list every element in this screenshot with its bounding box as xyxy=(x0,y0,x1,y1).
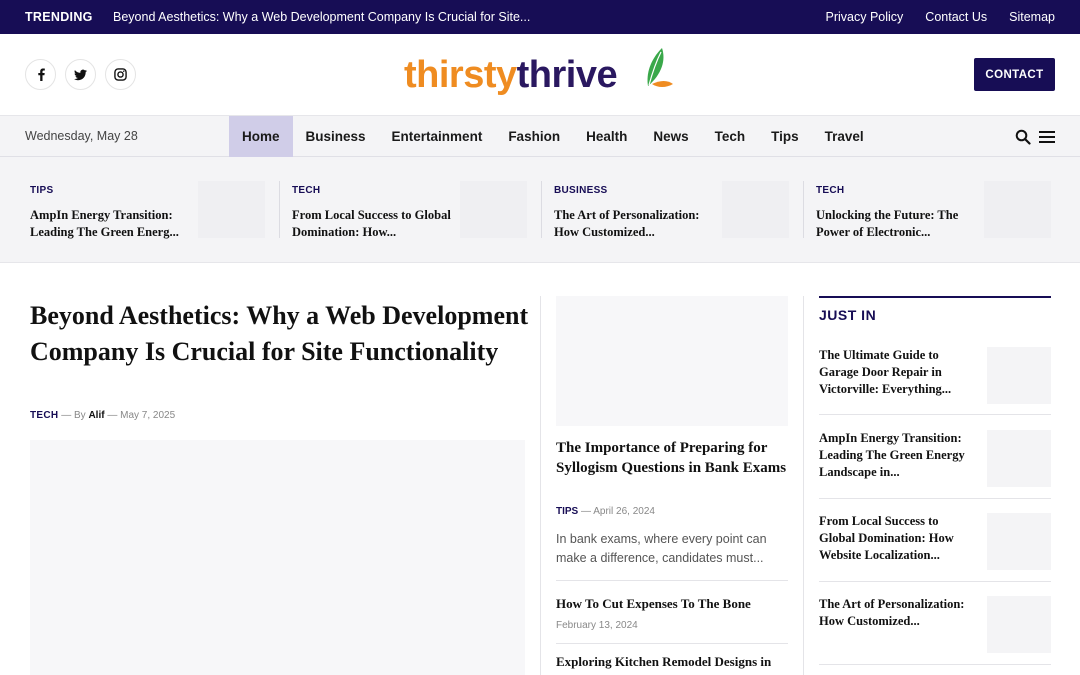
divider xyxy=(556,580,788,581)
nav-menu: Home Business Entertainment Fashion Heal… xyxy=(229,116,877,157)
leaf-icon xyxy=(647,48,673,87)
featured-card[interactable]: BUSINESS The Art of Personalization: How… xyxy=(554,181,794,241)
main-article-author[interactable]: Alif xyxy=(88,410,104,421)
main-article-meta: TECH — By Alif — May 7, 2025 xyxy=(30,410,175,421)
sidebar-item-title[interactable]: AmpIn Energy Transition: Leading The Gre… xyxy=(819,430,977,481)
sidebar-item[interactable]: The Ultimate Guide to Garage Door Repair… xyxy=(819,347,1051,407)
sidebar-item[interactable]: AmpIn Energy Transition: Leading The Gre… xyxy=(819,430,1051,490)
featured-title[interactable]: Unlocking the Future: The Power of Elect… xyxy=(816,207,976,241)
divider xyxy=(819,664,1051,665)
middle-article-category[interactable]: TIPS xyxy=(556,506,578,517)
meta-separator: — xyxy=(107,410,121,421)
column-divider xyxy=(803,296,804,675)
divider xyxy=(819,581,1051,582)
featured-category[interactable]: BUSINESS xyxy=(554,185,608,196)
nav-item-tips[interactable]: Tips xyxy=(758,116,812,157)
instagram-icon[interactable] xyxy=(105,59,136,90)
nav-item-health[interactable]: Health xyxy=(573,116,640,157)
featured-title[interactable]: AmpIn Energy Transition: Leading The Gre… xyxy=(30,207,190,241)
hamburger-menu-icon[interactable] xyxy=(1039,130,1055,144)
sidebar-heading: JUST IN xyxy=(819,307,877,323)
sidebar-item[interactable]: From Local Success to Global Domination:… xyxy=(819,513,1051,573)
trending-ticker-link[interactable]: Beyond Aesthetics: Why a Web Development… xyxy=(113,10,530,24)
sidebar-item[interactable]: The Art of Personalization: How Customiz… xyxy=(819,596,1051,656)
featured-thumbnail[interactable] xyxy=(722,181,789,238)
meta-separator: — xyxy=(581,506,594,517)
divider xyxy=(279,181,280,238)
featured-card[interactable]: TECH Unlocking the Future: The Power of … xyxy=(816,181,1056,241)
divider xyxy=(803,181,804,238)
sidebar-item-title[interactable]: From Local Success to Global Domination:… xyxy=(819,513,977,564)
by-label: By xyxy=(73,410,86,421)
meta-separator: — xyxy=(61,410,74,421)
sidebar-item-thumbnail[interactable] xyxy=(987,513,1051,570)
search-icon[interactable] xyxy=(1015,129,1031,145)
nav-item-fashion[interactable]: Fashion xyxy=(495,116,573,157)
middle-article-date: April 26, 2024 xyxy=(593,506,655,517)
featured-thumbnail[interactable] xyxy=(984,181,1051,238)
featured-card[interactable]: TIPS AmpIn Energy Transition: Leading Th… xyxy=(30,181,270,241)
column-divider xyxy=(540,296,541,675)
featured-title[interactable]: From Local Success to Global Domination:… xyxy=(292,207,452,241)
sidebar-item-title[interactable]: The Art of Personalization: How Customiz… xyxy=(819,596,977,630)
sidebar-item-thumbnail[interactable] xyxy=(987,596,1051,653)
featured-thumbnail[interactable] xyxy=(198,181,265,238)
sidebar-item-thumbnail[interactable] xyxy=(987,430,1051,487)
logo-wordmark: thirstythrive xyxy=(404,54,618,96)
site-logo[interactable]: thirstythrive xyxy=(404,46,674,104)
sidebar-top-rule xyxy=(819,296,1051,298)
divider xyxy=(541,181,542,238)
nav-item-travel[interactable]: Travel xyxy=(812,116,877,157)
list-article-title[interactable]: Exploring Kitchen Remodel Designs in xyxy=(556,653,788,671)
current-date: Wednesday, May 28 xyxy=(25,129,138,143)
privacy-policy-link[interactable]: Privacy Policy xyxy=(826,10,904,24)
main-article-date: May 7, 2025 xyxy=(120,410,176,421)
social-links xyxy=(25,59,136,90)
trending-label: TRENDING xyxy=(25,10,93,24)
middle-article-image[interactable] xyxy=(556,296,788,426)
nav-item-entertainment[interactable]: Entertainment xyxy=(379,116,496,157)
contact-us-link[interactable]: Contact Us xyxy=(925,10,987,24)
top-links: Privacy Policy Contact Us Sitemap xyxy=(826,10,1056,24)
sitemap-link[interactable]: Sitemap xyxy=(1009,10,1055,24)
featured-card[interactable]: TECH From Local Success to Global Domina… xyxy=(292,181,532,241)
featured-strip: TIPS AmpIn Energy Transition: Leading Th… xyxy=(0,157,1080,263)
site-header: thirstythrive CONTACT xyxy=(0,34,1080,115)
facebook-icon[interactable] xyxy=(25,59,56,90)
main-article-image[interactable] xyxy=(30,440,525,675)
featured-title[interactable]: The Art of Personalization: How Customiz… xyxy=(554,207,714,241)
main-article-category[interactable]: TECH xyxy=(30,410,58,421)
divider xyxy=(819,498,1051,499)
list-article-date: February 13, 2024 xyxy=(556,620,638,631)
nav-item-business[interactable]: Business xyxy=(293,116,379,157)
middle-article-meta: TIPS — April 26, 2024 xyxy=(556,506,655,517)
sidebar-item-title[interactable]: The Ultimate Guide to Garage Door Repair… xyxy=(819,347,977,398)
list-article-title[interactable]: How To Cut Expenses To The Bone xyxy=(556,595,788,613)
divider xyxy=(819,414,1051,415)
main-article-title[interactable]: Beyond Aesthetics: Why a Web Development… xyxy=(30,298,530,370)
featured-category[interactable]: TECH xyxy=(816,185,844,196)
divider xyxy=(556,643,788,644)
main-nav: Wednesday, May 28 Home Business Entertai… xyxy=(0,115,1080,157)
featured-category[interactable]: TIPS xyxy=(30,185,53,196)
nav-item-news[interactable]: News xyxy=(640,116,701,157)
nav-item-home[interactable]: Home xyxy=(229,116,293,157)
featured-category[interactable]: TECH xyxy=(292,185,320,196)
top-bar: TRENDING Beyond Aesthetics: Why a Web De… xyxy=(0,0,1080,34)
sidebar-item-thumbnail[interactable] xyxy=(987,347,1051,404)
nav-item-tech[interactable]: Tech xyxy=(702,116,759,157)
twitter-icon[interactable] xyxy=(65,59,96,90)
featured-thumbnail[interactable] xyxy=(460,181,527,238)
middle-article-excerpt: In bank exams, where every point can mak… xyxy=(556,532,767,565)
contact-button[interactable]: CONTACT xyxy=(974,58,1055,91)
middle-article-title[interactable]: The Importance of Preparing for Syllogis… xyxy=(556,438,788,478)
